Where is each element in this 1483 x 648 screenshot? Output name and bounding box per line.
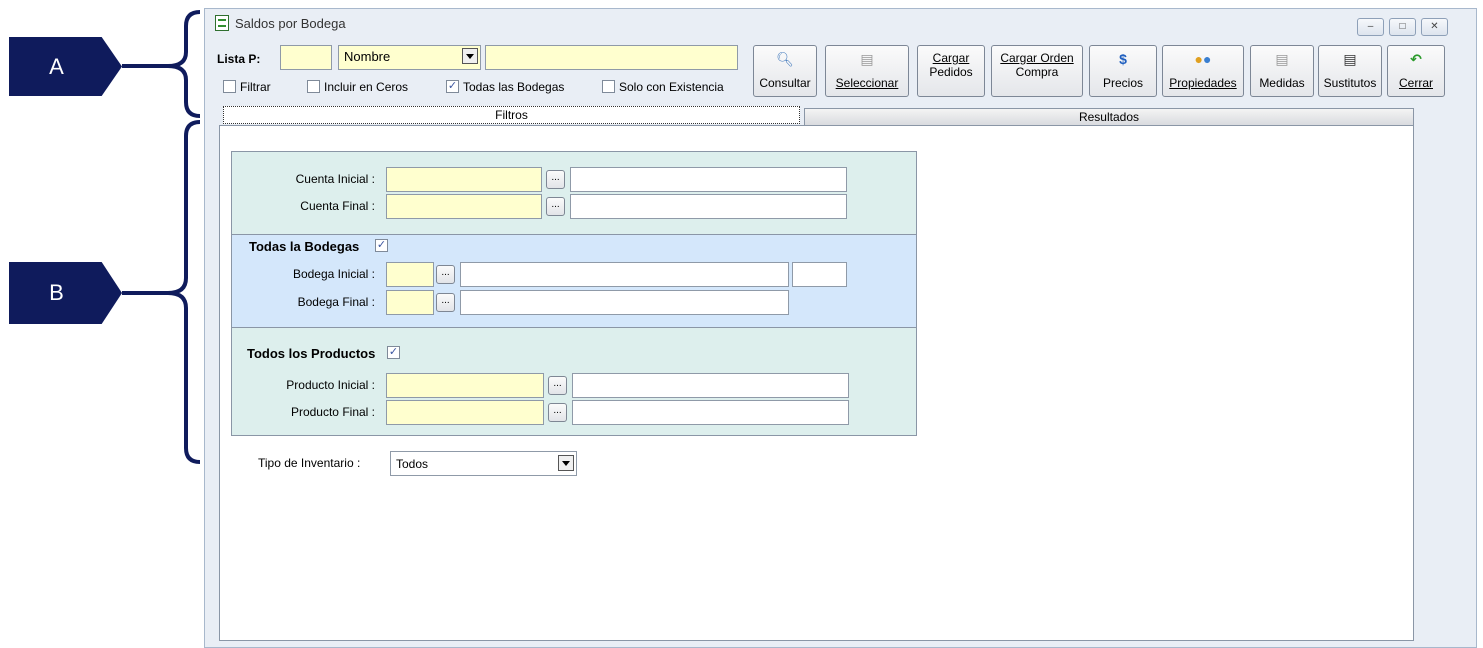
todas-bodegas-heading: Todas la Bodegas [249, 239, 360, 254]
properties-icon: ●● [1194, 51, 1212, 67]
productos-section: Todos los Productos ✓ Producto Inicial :… [231, 327, 917, 436]
tipo-inventario-select[interactable]: Todos [390, 451, 577, 476]
lista-select[interactable]: Nombre [338, 45, 481, 70]
chevron-down-icon[interactable] [462, 48, 478, 64]
annotation-bracket-a [122, 10, 201, 118]
close-window-button[interactable]: ✕ [1421, 18, 1448, 36]
filtros-panel: Cuenta Inicial : ... Cuenta Final : ... … [219, 125, 1414, 641]
tipo-inventario-label: Tipo de Inventario : [258, 456, 361, 470]
seleccionar-button[interactable]: ▤ Seleccionar [825, 45, 909, 97]
todas-bodegas-label: Todas las Bodegas [463, 80, 565, 94]
maximize-button[interactable]: □ [1389, 18, 1416, 36]
todas-bodegas-filter-checkbox[interactable]: ✓ [375, 239, 388, 252]
minimize-button[interactable]: – [1357, 18, 1384, 36]
producto-final-label: Producto Final : [290, 405, 375, 419]
magnifier-icon: 🔍︎ [776, 51, 794, 67]
cuenta-section: Cuenta Inicial : ... Cuenta Final : ... [231, 151, 917, 234]
cargar-orden-line1: Cargar Orden [1000, 51, 1074, 65]
cargar-pedidos-label: Cargar Pedidos [918, 51, 984, 79]
producto-inicial-name-input[interactable] [572, 373, 849, 398]
cargar-pedidos-button[interactable]: Cargar Pedidos [917, 45, 985, 97]
tipo-inventario-value: Todos [396, 457, 429, 471]
bodegas-section: Todas la Bodegas ✓ Bodega Inicial : ... … [231, 234, 917, 328]
bodega-final-lookup-button[interactable]: ... [436, 293, 455, 312]
bodega-inicial-lookup-button[interactable]: ... [436, 265, 455, 284]
cuenta-final-name-input[interactable] [570, 194, 847, 219]
cargar-orden-line2: Compra [1015, 65, 1059, 79]
cargar-pedidos-line1: Cargar [932, 51, 970, 65]
sustitutos-button[interactable]: ▤ Sustitutos [1318, 45, 1382, 97]
annotation-label-a: A [49, 53, 64, 79]
tab-resultados-label: Resultados [1078, 110, 1140, 124]
medidas-label: Medidas [1259, 76, 1305, 90]
propiedades-label: Propiedades [1169, 76, 1237, 90]
cargar-orden-label: Cargar Orden Compra [992, 51, 1082, 79]
bodega-inicial-label: Bodega Inicial : [292, 267, 375, 281]
spreadsheet-icon [215, 15, 229, 31]
incluir-ceros-label: Incluir en Ceros [324, 80, 409, 94]
cerrar-button[interactable]: ↶ Cerrar [1387, 45, 1445, 97]
cuenta-inicial-label: Cuenta Inicial : [295, 172, 375, 186]
todos-productos-heading: Todos los Productos [247, 346, 376, 361]
propiedades-button[interactable]: ●● Propiedades [1162, 45, 1244, 97]
dollar-icon: $ [1119, 51, 1127, 67]
bodega-final-label: Bodega Final : [297, 295, 375, 309]
solo-existencia-label: Solo con Existencia [619, 80, 724, 94]
title-bar: Saldos por Bodega – □ ✕ [205, 9, 1476, 39]
solo-existencia-checkbox[interactable] [602, 80, 615, 93]
producto-final-lookup-button[interactable]: ... [548, 403, 567, 422]
filtrar-label: Filtrar [240, 80, 271, 94]
lista-name-input[interactable] [485, 45, 738, 70]
documents-icon: ▤ [1343, 51, 1357, 67]
cargar-orden-compra-button[interactable]: Cargar Orden Compra [991, 45, 1083, 97]
consultar-label: Consultar [759, 76, 811, 90]
chevron-down-icon[interactable] [558, 455, 574, 471]
select-list-icon: ▤ [860, 51, 874, 67]
producto-inicial-input[interactable] [386, 373, 544, 398]
todas-bodegas-checkbox[interactable]: ✓ [446, 80, 459, 93]
cuenta-final-lookup-button[interactable]: ... [546, 197, 565, 216]
seleccionar-label: Seleccionar [835, 76, 899, 90]
tab-filtros[interactable]: Filtros [223, 106, 800, 124]
saldos-window: Saldos por Bodega – □ ✕ Lista P: Nombre … [204, 8, 1477, 648]
annotation-marker-a: A [9, 37, 122, 96]
incluir-ceros-checkbox[interactable] [307, 80, 320, 93]
cuenta-inicial-name-input[interactable] [570, 167, 847, 192]
annotation-marker-b: B [9, 262, 122, 324]
consultar-button[interactable]: 🔍︎ Consultar [753, 45, 817, 97]
tab-resultados[interactable]: Resultados [804, 108, 1414, 126]
window-title: Saldos por Bodega [235, 16, 346, 31]
undo-arrow-icon: ↶ [1410, 51, 1422, 67]
cuenta-final-label: Cuenta Final : [300, 199, 375, 213]
lista-select-value: Nombre [344, 49, 391, 64]
cuenta-inicial-lookup-button[interactable]: ... [546, 170, 565, 189]
lista-label: Lista P: [217, 52, 261, 66]
producto-inicial-lookup-button[interactable]: ... [548, 376, 567, 395]
producto-final-name-input[interactable] [572, 400, 849, 425]
cargar-pedidos-line2: Pedidos [929, 65, 973, 79]
cerrar-label: Cerrar [1398, 76, 1433, 90]
bodega-final-name-input[interactable] [460, 290, 789, 315]
producto-inicial-label: Producto Inicial : [286, 378, 375, 392]
cuenta-final-input[interactable] [386, 194, 542, 219]
bodega-inicial-extra-input[interactable] [792, 262, 847, 287]
ruler-icon: ▤ [1275, 51, 1289, 67]
bodega-final-input[interactable] [386, 290, 434, 315]
bodega-inicial-name-input[interactable] [460, 262, 789, 287]
producto-final-input[interactable] [386, 400, 544, 425]
sustitutos-label: Sustitutos [1323, 76, 1377, 90]
precios-button[interactable]: $ Precios [1089, 45, 1157, 97]
cuenta-inicial-input[interactable] [386, 167, 542, 192]
lista-code-input[interactable] [280, 45, 332, 70]
annotation-bracket-b [122, 120, 201, 464]
precios-label: Precios [1102, 76, 1143, 90]
todos-productos-checkbox[interactable]: ✓ [387, 346, 400, 359]
filtrar-checkbox[interactable] [223, 80, 236, 93]
annotation-label-b: B [49, 280, 64, 305]
medidas-button[interactable]: ▤ Medidas [1250, 45, 1314, 97]
bodega-inicial-input[interactable] [386, 262, 434, 287]
tab-filtros-label: Filtros [495, 108, 528, 122]
